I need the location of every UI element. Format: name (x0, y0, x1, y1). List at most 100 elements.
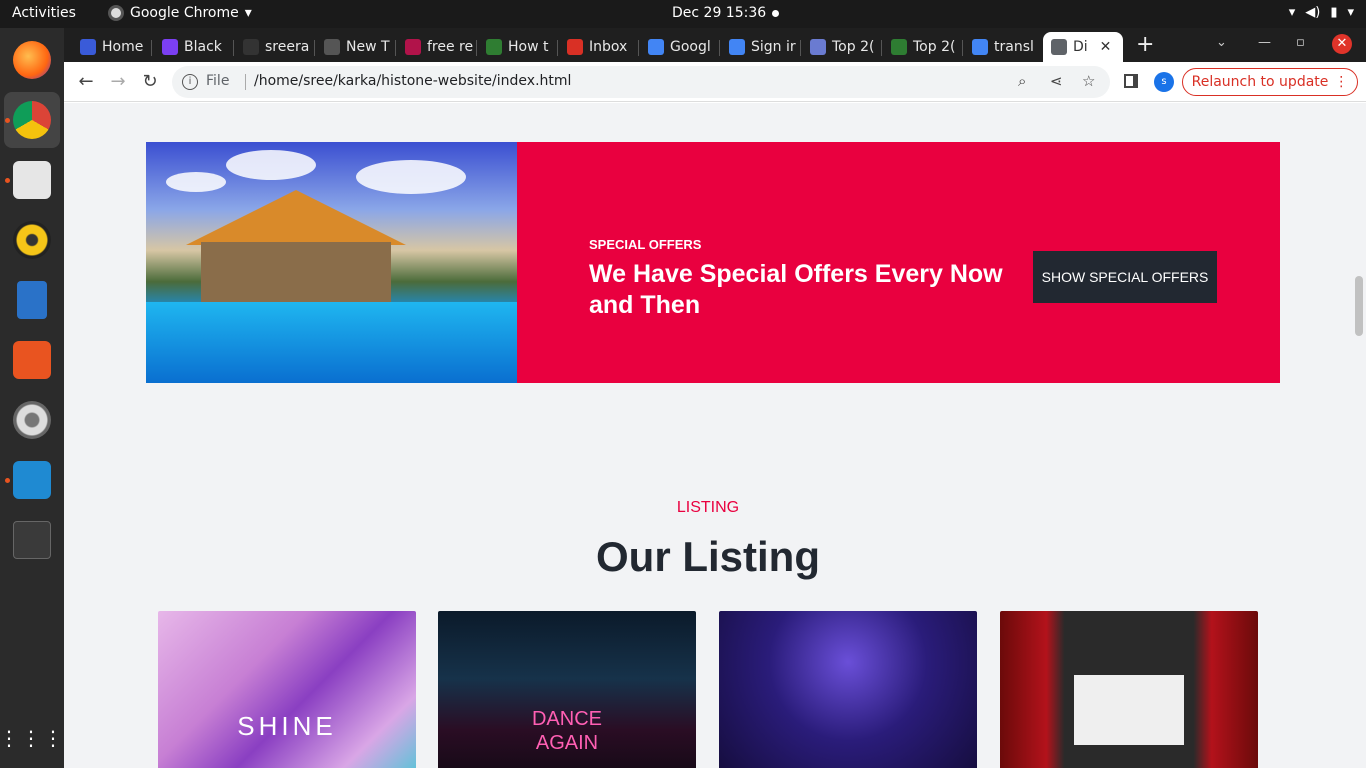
writer-launcher[interactable] (4, 272, 60, 328)
relaunch-button[interactable]: Relaunch to update ⋮ (1182, 68, 1358, 96)
rhythmbox-launcher[interactable] (4, 212, 60, 268)
resort-pool-image (146, 142, 517, 383)
scrollbar-thumb[interactable] (1355, 276, 1363, 336)
tab-favicon-icon (567, 39, 583, 55)
tab[interactable]: sreera (235, 32, 313, 62)
zoom-icon[interactable]: ⌕ (1018, 72, 1026, 90)
listing-card[interactable] (1000, 611, 1258, 768)
tab-favicon-icon (324, 39, 340, 55)
site-info-icon[interactable]: i (182, 74, 198, 90)
minimize-button[interactable]: — (1258, 35, 1271, 50)
system-tray[interactable]: ▾ ◀) ▮ ▾ (1289, 5, 1354, 20)
app-menu-label: Google Chrome (130, 5, 239, 21)
promo-kicker: SPECIAL OFFERS (589, 237, 702, 252)
more-menu-icon: ⋮ (1334, 74, 1349, 90)
profile-avatar[interactable]: s (1154, 72, 1174, 92)
tab[interactable]: transl (964, 32, 1042, 62)
tab[interactable]: New T (316, 32, 394, 62)
tab-label: Home (102, 39, 144, 55)
tab-separator (233, 40, 234, 56)
url-text[interactable]: /home/sree/karka/histone-website/index.h… (254, 73, 571, 89)
tab-favicon-icon (243, 39, 259, 55)
terminal-icon (13, 521, 51, 559)
promo-headline: We Have Special Offers Every Now and The… (589, 260, 1003, 319)
listing-card-caption: DANCE AGAIN (531, 708, 602, 754)
tab-favicon-icon (486, 39, 502, 55)
activities-button[interactable]: Activities (12, 5, 76, 21)
running-indicator (5, 178, 10, 183)
show-special-offers-button[interactable]: SHOW SPECIAL OFFERS (1033, 251, 1217, 303)
tab-search-icon[interactable]: ⌄ (1216, 35, 1227, 50)
maximize-button[interactable]: ▫ (1296, 35, 1305, 50)
tab[interactable]: How t (478, 32, 556, 62)
close-window-button[interactable]: ✕ (1332, 34, 1352, 54)
bookmark-star-icon[interactable]: ☆ (1082, 72, 1095, 90)
relaunch-label: Relaunch to update (1191, 74, 1329, 90)
tab-favicon-icon (80, 39, 96, 55)
divider (245, 74, 246, 90)
tab-favicon-icon (972, 39, 988, 55)
share-icon[interactable]: ⋖ (1050, 72, 1063, 90)
tab[interactable]: Sign ir (721, 32, 799, 62)
show-apps-button[interactable]: ⋮⋮⋮ (0, 710, 63, 766)
firefox-launcher[interactable] (4, 32, 60, 88)
vscode-launcher[interactable] (4, 452, 60, 508)
back-button[interactable]: ← (74, 70, 98, 94)
tab-separator (962, 40, 963, 56)
listing-kicker: LISTING (676, 499, 740, 516)
chrome-launcher[interactable] (4, 92, 60, 148)
gear-icon (13, 401, 51, 439)
chrome-icon (108, 5, 124, 21)
tab[interactable]: Top 2( (802, 32, 880, 62)
tab-separator (557, 40, 558, 56)
tab-label: Top 2( (832, 39, 875, 55)
tab[interactable]: Di ✕ (1043, 32, 1123, 62)
system-top-bar: Activities Google Chrome ▾ Dec 29 15:36 … (0, 0, 1366, 28)
listing-card[interactable]: SHINE (158, 611, 416, 768)
tab-separator (638, 40, 639, 56)
tab-favicon-icon (891, 39, 907, 55)
tab[interactable]: Inbox (559, 32, 637, 62)
clock[interactable]: Dec 29 15:36 (672, 5, 766, 21)
listing-card[interactable] (719, 611, 977, 768)
terminal-launcher[interactable] (4, 512, 60, 568)
vscode-icon (13, 461, 51, 499)
forward-button[interactable]: → (106, 70, 130, 94)
tab[interactable]: Home (72, 32, 150, 62)
running-indicator (5, 118, 10, 123)
close-tab-icon[interactable]: ✕ (1100, 39, 1112, 55)
tab-favicon-icon (729, 39, 745, 55)
tab[interactable]: Black (154, 32, 232, 62)
settings-launcher[interactable] (4, 392, 60, 448)
browser-window: Home Black sreera New T free re How t Inbox Goo… (64, 28, 1366, 768)
files-launcher[interactable] (4, 152, 60, 208)
tab[interactable]: free re (397, 32, 475, 62)
volume-icon: ◀) (1305, 5, 1321, 20)
cloud (226, 150, 316, 180)
listing-card-caption: SHINE (237, 711, 337, 741)
url-scheme: File (206, 73, 230, 89)
tab-label: transl (994, 39, 1034, 55)
reload-button[interactable]: ↻ (138, 70, 162, 94)
software-launcher[interactable] (4, 332, 60, 388)
tab-separator (151, 40, 152, 56)
tab-favicon-icon (810, 39, 826, 55)
tab-separator (881, 40, 882, 56)
tab-separator (476, 40, 477, 56)
tab[interactable]: Googl (640, 32, 718, 62)
tab-label: Black (184, 39, 222, 55)
cinema-screen (1074, 675, 1184, 745)
side-panel-icon[interactable] (1124, 74, 1138, 88)
tab[interactable]: Top 2( (883, 32, 961, 62)
tab-label: free re (427, 39, 474, 55)
listing-card[interactable]: DANCE AGAIN (438, 611, 696, 768)
address-bar[interactable]: i File /home/sree/karka/histone-website/… (172, 66, 1110, 98)
page-viewport: SPECIAL OFFERS We Have Special Offers Ev… (64, 103, 1366, 768)
tab-label: Googl (670, 39, 711, 55)
listing-title: Our Listing (596, 533, 820, 580)
new-tab-button[interactable]: + (1136, 32, 1154, 57)
app-menu[interactable]: Google Chrome ▾ (108, 5, 252, 21)
page-scrollbar[interactable] (1352, 103, 1366, 768)
building (201, 242, 391, 302)
caret-down-icon: ▾ (244, 5, 252, 21)
